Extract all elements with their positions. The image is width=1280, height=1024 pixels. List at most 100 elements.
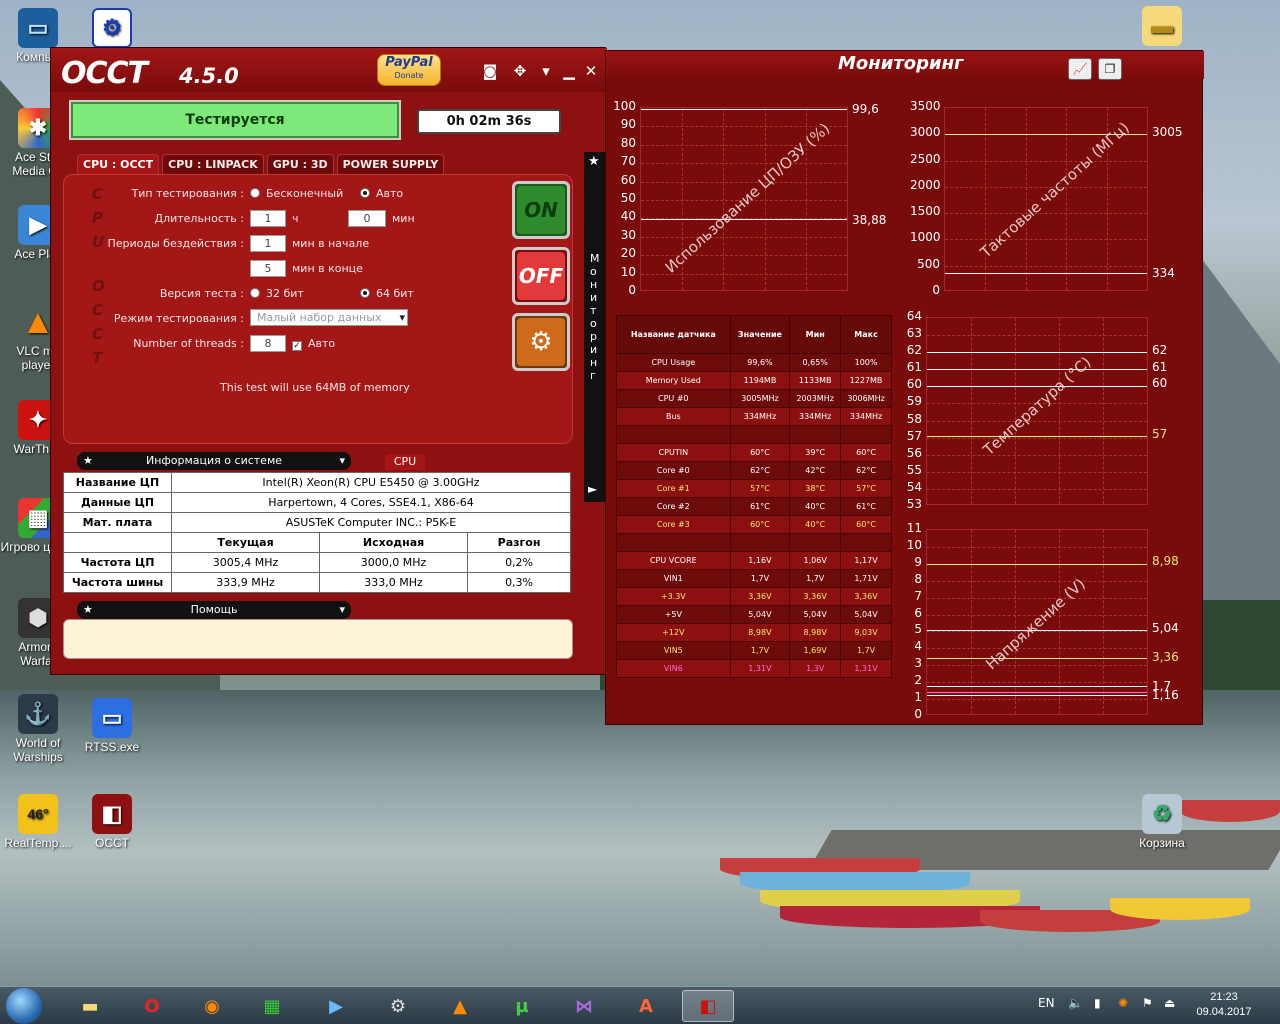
tab-power-supply[interactable]: POWER SUPPLY <box>336 154 445 174</box>
grid-line <box>927 454 1147 456</box>
duration-minutes-input[interactable]: 0 <box>348 210 386 227</box>
vertical-letter: М <box>590 252 600 265</box>
utorrent-taskbar-button[interactable]: µ <box>496 990 548 1022</box>
monitoring-side-strip[interactable]: ★ Мониторинг ► <box>584 152 606 502</box>
move-arrows-icon[interactable]: ✥ <box>509 60 531 82</box>
threads-input[interactable]: 8 <box>250 335 286 352</box>
tab-cpu-info[interactable]: CPU <box>385 454 425 470</box>
usb-icon[interactable]: ⏏ <box>1164 996 1175 1010</box>
axis-tick-label: 11 <box>906 521 922 535</box>
tab-cpu-occt[interactable]: CPU : OCCT <box>77 154 160 174</box>
radio-infinite[interactable]: Бесконечный <box>250 187 343 200</box>
radio-auto[interactable]: Авто <box>360 187 403 200</box>
axis-tick-label: 60 <box>620 172 636 187</box>
table-row: Название ЦП Intel(R) Xeon(R) CPU E5450 @… <box>63 472 571 493</box>
stop-off-button[interactable]: OFF <box>512 247 570 305</box>
avast-icon[interactable]: ✺ <box>1118 996 1128 1010</box>
aceplayer-taskbar-button[interactable]: ▶ <box>310 990 362 1022</box>
explorer-taskbar-button[interactable]: ▬ <box>64 990 116 1022</box>
aida-taskbar-button[interactable]: A <box>620 990 672 1022</box>
threads-auto-checkbox[interactable]: ✓ Авто <box>292 337 335 351</box>
volume-icon[interactable]: 🔈 <box>1068 996 1083 1010</box>
idle-start-input[interactable]: 1 <box>250 235 286 252</box>
start-button[interactable] <box>6 988 42 1024</box>
duration-hours-input[interactable]: 1 <box>250 210 286 227</box>
side-letter: T <box>92 349 103 367</box>
table-row: Core #2 61°C 40°C 61°C <box>616 497 892 516</box>
mode-label: Режим тестирования : <box>113 312 244 325</box>
game-center-taskbar-button[interactable]: ▦ <box>246 990 298 1022</box>
desktop-icon-recycle-bin[interactable]: ♻ Корзина <box>1124 794 1200 850</box>
axis-tick-label: 90 <box>620 117 636 132</box>
chart-view-icon[interactable]: 📈 <box>1068 58 1092 80</box>
cpu-memory-chart: Использование ЦП/ОЗУ (%) 99,6 38,88 100 9… <box>606 99 896 301</box>
arrow-right-icon[interactable]: ► <box>588 482 597 496</box>
system-info-table: Название ЦП Intel(R) Xeon(R) CPU E5450 @… <box>63 472 571 593</box>
axis-tick-label: 0 <box>932 283 940 297</box>
clock-time: 21:23 <box>1210 991 1238 1003</box>
axis-tick-label: 3500 <box>910 99 941 113</box>
desktop-icon-rtss[interactable]: ▭ RTSS.exe <box>74 698 150 754</box>
start-on-button[interactable]: ON <box>512 181 570 239</box>
tab-cpu-linpack[interactable]: CPU : LINPACK <box>162 154 264 174</box>
desktop-icon-cpuid[interactable]: ⚙ <box>74 8 150 50</box>
table-row: VIN5 1,7V 1,69V 1,7V <box>616 641 892 660</box>
desktop-icon-world-of-warships[interactable]: ⚓ World of Warships <box>0 694 76 764</box>
axis-tick-label: 5 <box>914 622 922 637</box>
series-end-label: 8,98 <box>1152 554 1179 568</box>
table-row <box>616 425 892 444</box>
radio-64bit[interactable]: 64 бит <box>360 287 414 300</box>
occt-icon: ◧ <box>92 794 132 834</box>
axis-tick-label: 70 <box>620 154 636 169</box>
test-type-label: Тип тестирования : <box>131 187 244 200</box>
occt-logo: OCCT <box>61 56 148 91</box>
opera-taskbar-button[interactable]: O <box>126 990 178 1022</box>
vlc-taskbar-button[interactable]: ▲ <box>434 990 486 1022</box>
axis-tick-label: 1 <box>914 690 922 705</box>
language-indicator[interactable]: EN <box>1038 996 1055 1010</box>
plus12v-series <box>927 563 1147 565</box>
screenshot-camera-icon[interactable]: ◙ <box>479 60 501 82</box>
desktop-icon-occt[interactable]: ◧ OCCT <box>74 794 150 850</box>
voltage-chart: Напряжение (V) 8,98 5,04 3,36 1,7 1,16 1… <box>902 521 1202 723</box>
grid-line <box>927 471 1147 473</box>
minimize-button[interactable]: ▁ <box>561 60 577 82</box>
desktop-icon-folder[interactable]: ▬ <box>1124 6 1200 48</box>
monitoring-titlebar[interactable]: Мониторинг 📈 ❐ <box>606 51 1204 80</box>
desktop-icon-realtemp[interactable]: 46° RealTemp.... <box>0 794 76 850</box>
settings-button[interactable]: ⚙ <box>512 313 570 371</box>
axis-tick-label: 1500 <box>910 204 941 219</box>
desktop-icon-label: Корзина <box>1139 836 1185 850</box>
table-row: Bus 334MHz 334MHz 334MHz <box>616 407 892 426</box>
action-center-flag-icon[interactable]: ⚑ <box>1142 996 1153 1010</box>
radio-32bit[interactable]: 32 бит <box>250 287 304 300</box>
table-row <box>616 533 892 552</box>
occt-titlebar[interactable]: OCCT 4.5.0 PayPal Donate ◙ ✥ ▾ ▁ ✕ <box>51 48 607 92</box>
paypal-donate-button[interactable]: PayPal Donate <box>377 54 441 86</box>
grid-line <box>927 682 1147 684</box>
axis-tick-label: 56 <box>906 445 922 460</box>
vertical-letter: н <box>590 278 598 291</box>
idle-end-input[interactable]: 5 <box>250 260 286 277</box>
system-info-header[interactable]: ★ Информация о системе ▾ <box>77 452 351 470</box>
help-header[interactable]: ★ Помощь ▾ <box>77 601 351 619</box>
cpu-usage-series <box>641 108 847 110</box>
occt-window: OCCT 4.5.0 PayPal Donate ◙ ✥ ▾ ▁ ✕ Тести… <box>50 47 607 675</box>
axis-tick-label: 61 <box>906 360 922 375</box>
occt-taskbar-button[interactable]: ◧ <box>682 990 734 1022</box>
steam-taskbar-button[interactable]: ⚙ <box>372 990 424 1022</box>
table-row: Частота ЦП 3005,4 MHz 3000,0 MHz 0,2% <box>63 552 571 573</box>
clock[interactable]: 21:23 09.04.2017 <box>1194 990 1254 1020</box>
network-icon[interactable]: ▮ <box>1094 996 1101 1010</box>
close-button[interactable]: ✕ <box>583 60 599 82</box>
table-row: VIN6 1,31V 1,3V 1,31V <box>616 659 892 678</box>
firefox-taskbar-button[interactable]: ◉ <box>186 990 238 1022</box>
grid-line <box>1066 108 1068 290</box>
tab-gpu-3d[interactable]: GPU : 3D <box>266 154 334 174</box>
visual-studio-taskbar-button[interactable]: ⋈ <box>558 990 610 1022</box>
restore-window-icon[interactable]: ❐ <box>1098 58 1122 80</box>
dropdown-menu-icon[interactable]: ▾ <box>537 60 555 82</box>
idle-end-unit: мин в конце <box>292 262 363 275</box>
mode-select[interactable]: Малый набор данных ▾ <box>250 309 408 326</box>
hours-unit: ч <box>292 212 299 225</box>
